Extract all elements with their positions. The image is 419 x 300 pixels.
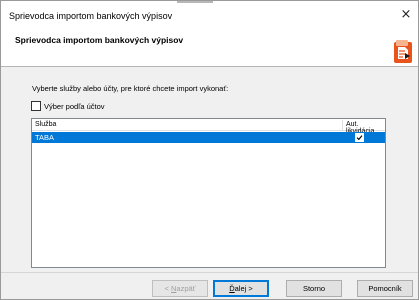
services-list[interactable]: Služba Aut. likvidácia TABA xyxy=(31,118,386,268)
wizard-header-title: Sprievodca importom bankových výpisov xyxy=(15,35,184,45)
help-button[interactable]: Pomocník xyxy=(357,280,413,297)
footer-divider xyxy=(1,272,418,273)
list-item[interactable]: TABA xyxy=(32,132,385,143)
title-bar-marker xyxy=(177,1,213,3)
selection-prompt: Vyberte služby alebo účty, pre ktoré chc… xyxy=(32,84,229,93)
list-header: Služba Aut. likvidácia xyxy=(32,119,385,135)
column-header-service[interactable]: Služba xyxy=(35,121,56,128)
close-icon[interactable]: × xyxy=(398,7,414,23)
filter-by-accounts-label[interactable]: Výber podľa účtov xyxy=(44,102,105,111)
import-wizard-window: Sprievodca importom bankových výpisov × … xyxy=(0,0,419,300)
title-bar: Sprievodca importom bankových výpisov × xyxy=(1,1,418,31)
back-button[interactable]: < Nazpäť xyxy=(152,280,208,297)
back-button-label: azpäť xyxy=(176,284,196,293)
filter-by-accounts-row[interactable]: Výber podľa účtov xyxy=(31,100,105,112)
checkmark-icon xyxy=(356,135,363,141)
filter-by-accounts-checkbox[interactable] xyxy=(31,101,41,111)
window-title: Sprievodca importom bankových výpisov xyxy=(9,11,173,21)
auto-liquidation-checkbox[interactable] xyxy=(355,133,364,142)
import-wizard-icon xyxy=(394,40,412,63)
next-button-label: alej > xyxy=(234,284,253,293)
column-separator[interactable] xyxy=(342,120,343,130)
service-name: TABA xyxy=(35,133,55,142)
wizard-header: Sprievodca importom bankových výpisov xyxy=(1,31,418,67)
next-button[interactable]: Ďalej > xyxy=(213,280,269,297)
cancel-button[interactable]: Storno xyxy=(286,280,342,297)
